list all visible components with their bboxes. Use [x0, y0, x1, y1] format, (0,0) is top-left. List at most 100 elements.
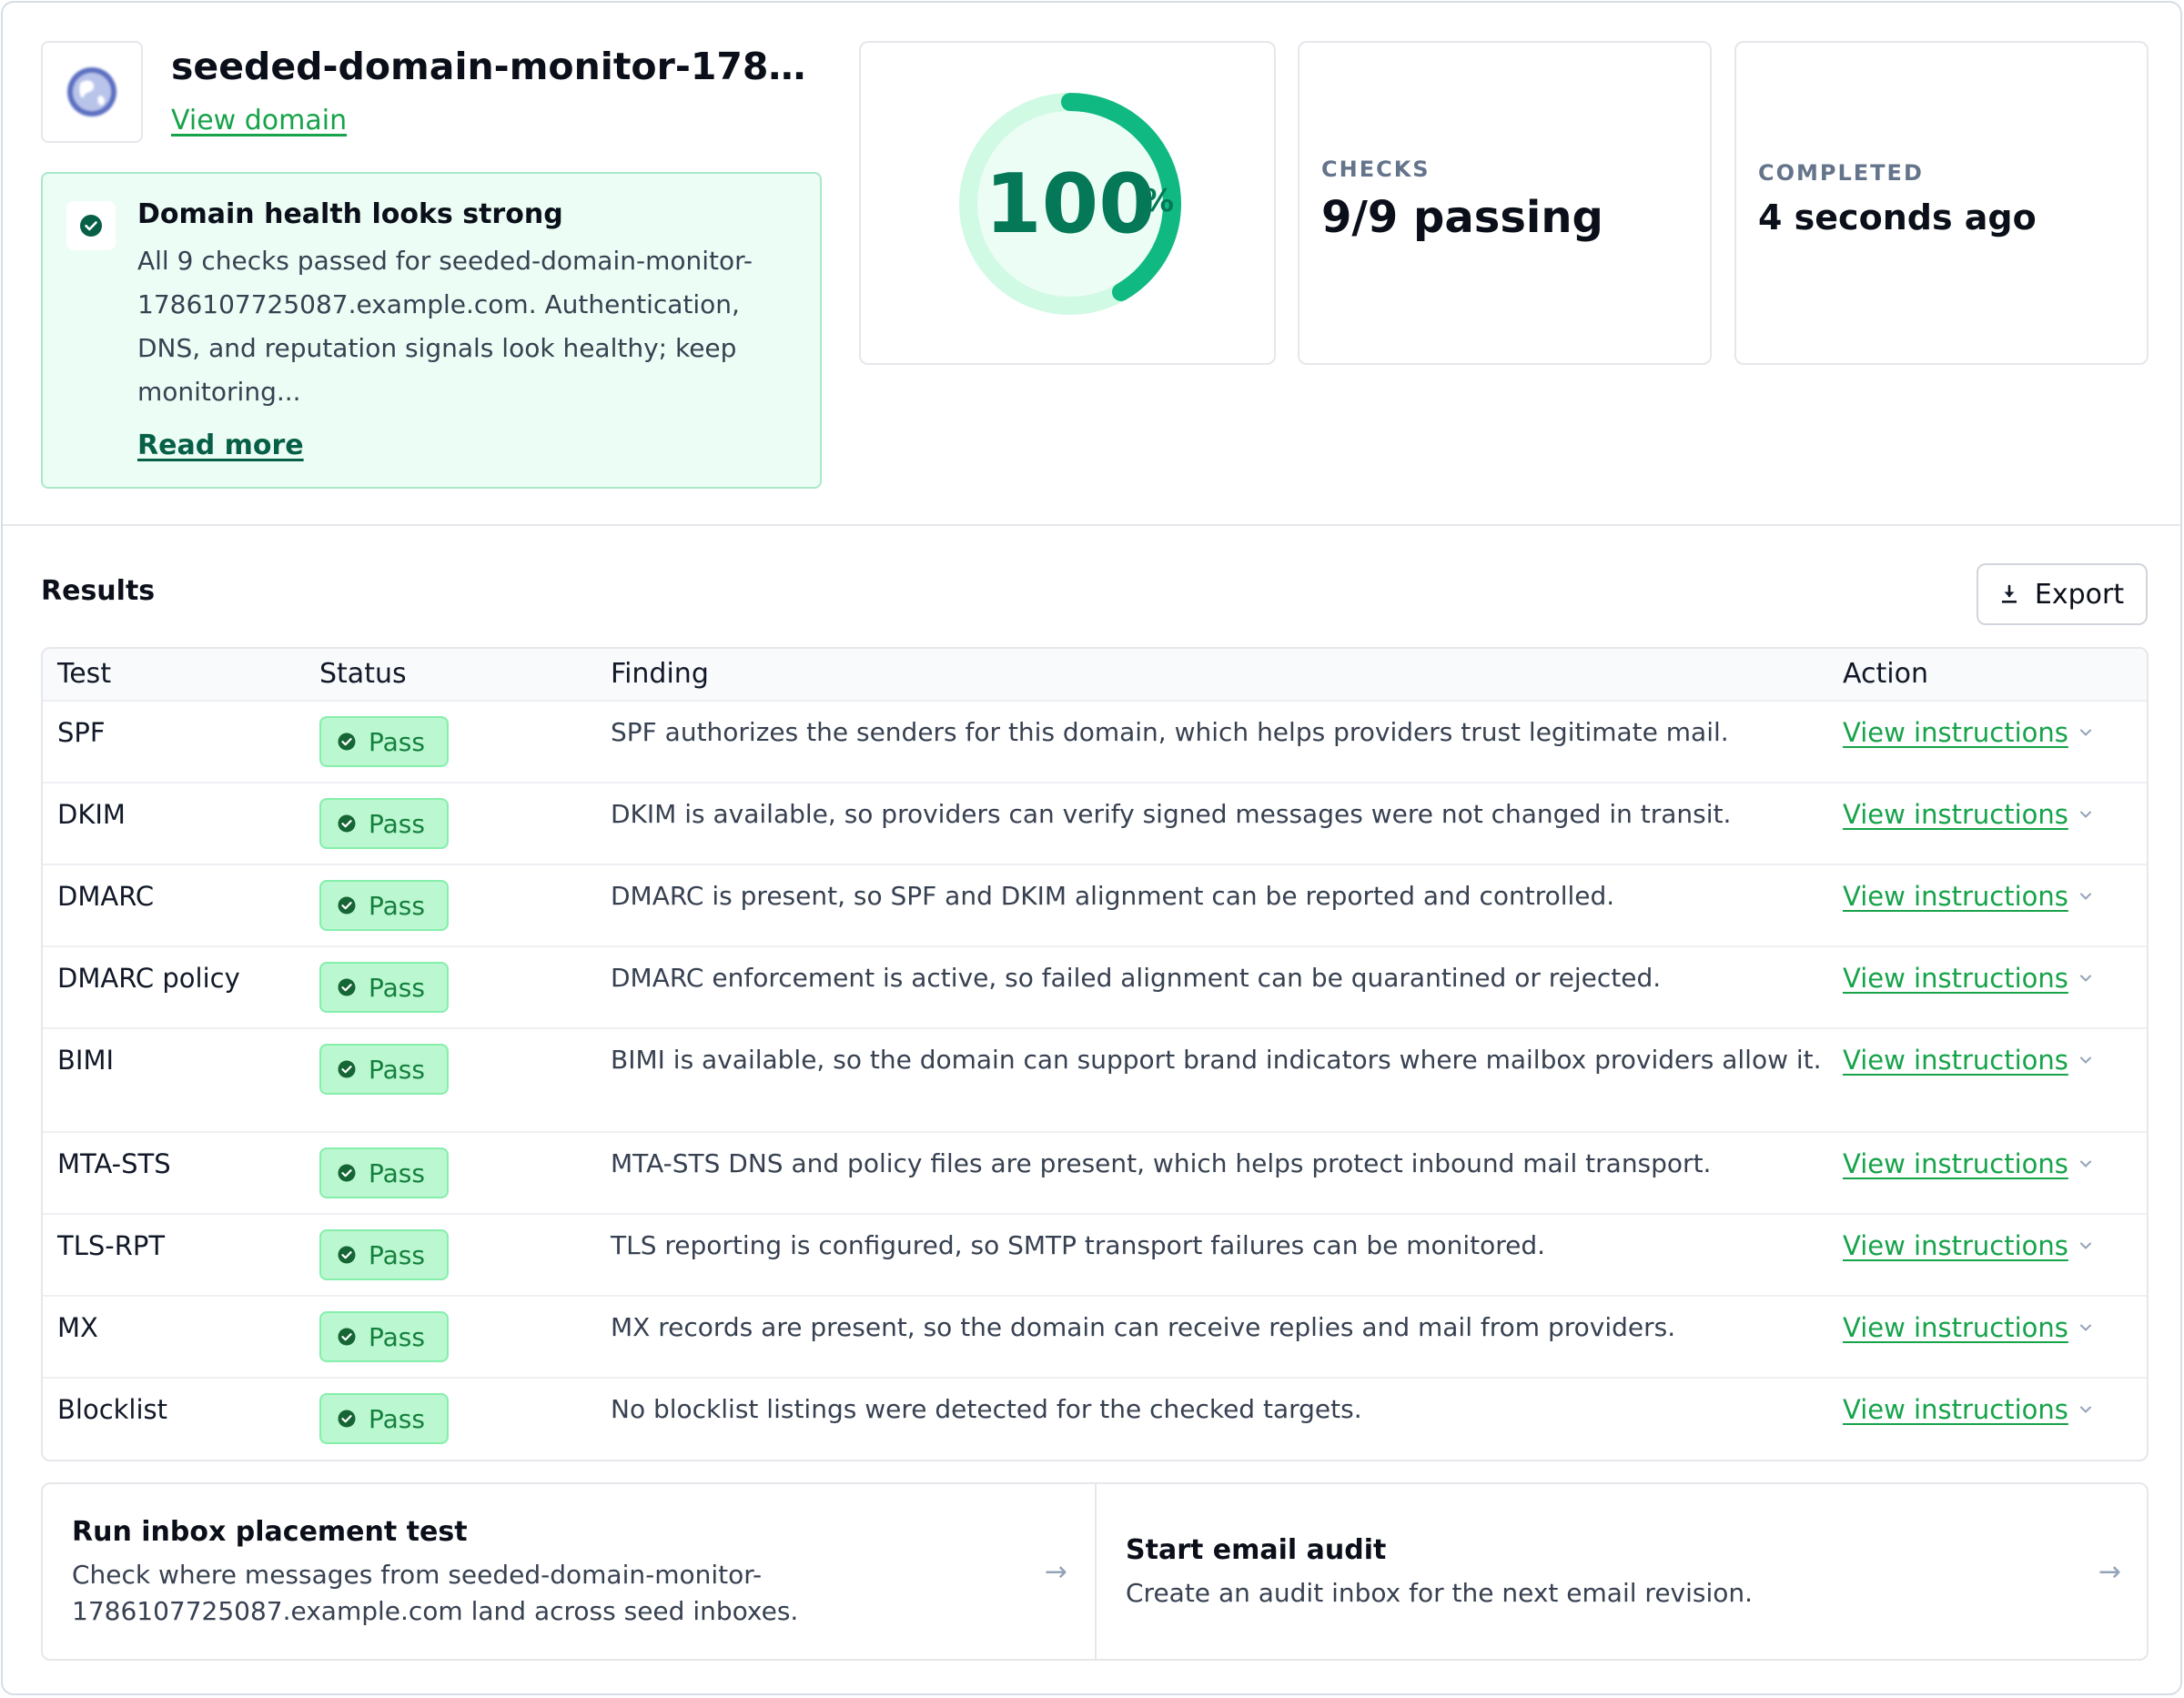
table-row: Blocklist Pass No blocklist listings were …: [43, 1379, 2147, 1459]
checks-label: CHECKS: [1321, 157, 1431, 182]
check-circle-icon: [338, 733, 356, 751]
view-instructions-link[interactable]: View instructions: [1843, 796, 2092, 833]
export-button[interactable]: Export: [1977, 563, 2148, 625]
test-name: Blocklist: [57, 1394, 168, 1425]
inbox-placement-card[interactable]: Run inbox placement test Check where mes…: [43, 1484, 1097, 1659]
view-instructions-link[interactable]: View instructions: [1843, 1042, 2092, 1078]
status-badge: Pass: [319, 716, 449, 767]
score-card: 100 %: [859, 41, 1276, 365]
table-row: TLS-RPT Pass TLS reporting is configured, …: [43, 1215, 2147, 1297]
arrow-right-icon: →: [2098, 1556, 2121, 1588]
domain-favicon: [41, 41, 143, 143]
finding-text: No blocklist listings were detected for …: [611, 1394, 1362, 1424]
section-divider: [3, 524, 2180, 526]
chevron-down-icon: [2079, 729, 2091, 736]
table-row: MX Pass MX records are present, so the dom…: [43, 1297, 2147, 1379]
download-icon: [2001, 584, 2017, 603]
status-badge: Pass: [319, 1229, 449, 1280]
test-name: DMARC: [57, 881, 155, 912]
completed-label: COMPLETED: [1758, 160, 1924, 186]
check-circle-icon: [338, 814, 356, 833]
table-row: SPF Pass SPF authorizes the senders for th…: [43, 702, 2147, 783]
arrow-right-icon: →: [1044, 1556, 1067, 1588]
score-unit: %: [1143, 183, 1175, 219]
table-row: DMARC policy Pass DMARC enforcement is act…: [43, 947, 2147, 1029]
view-instructions-link[interactable]: View instructions: [1843, 1146, 2092, 1182]
table-row: BIMI Pass BIMI is available, so the domain…: [43, 1029, 2147, 1133]
check-circle-icon: [338, 896, 356, 915]
view-instructions-link[interactable]: View instructions: [1843, 960, 2092, 996]
finding-text: DMARC is present, so SPF and DKIM alignm…: [611, 881, 1615, 911]
test-name: MTA-STS: [57, 1148, 171, 1179]
view-instructions-label: View instructions: [1843, 799, 2068, 830]
next-steps: Run inbox placement test Check where mes…: [41, 1482, 2149, 1661]
column-header-finding: Finding: [611, 658, 709, 690]
chevron-down-icon: [2079, 1056, 2091, 1064]
globe-icon: [67, 67, 116, 116]
score-value: 100: [985, 157, 1156, 252]
chevron-down-icon: [2079, 811, 2091, 818]
status-badge: Pass: [319, 1393, 449, 1444]
finding-text: DMARC enforcement is active, so failed a…: [611, 963, 1662, 993]
check-circle-icon: [66, 201, 116, 250]
view-instructions-label: View instructions: [1843, 881, 2068, 912]
check-circle-icon: [338, 978, 356, 996]
check-circle-icon: [338, 1328, 356, 1346]
completed-card: COMPLETED 4 seconds ago: [1734, 41, 2149, 365]
view-instructions-link[interactable]: View instructions: [1843, 1228, 2092, 1264]
status-label: Pass: [369, 972, 425, 1003]
email-audit-card[interactable]: Start email audit Create an audit inbox …: [1097, 1484, 2149, 1659]
view-instructions-label: View instructions: [1843, 1148, 2068, 1179]
chevron-down-icon: [2079, 1324, 2091, 1331]
test-name: TLS-RPT: [57, 1230, 166, 1261]
check-circle-icon: [338, 1164, 356, 1182]
view-instructions-label: View instructions: [1843, 1312, 2068, 1343]
status-badge: Pass: [319, 880, 449, 931]
view-instructions-link[interactable]: View instructions: [1843, 878, 2092, 915]
chevron-down-icon: [2079, 893, 2091, 900]
test-name: BIMI: [57, 1045, 115, 1076]
checks-value: 9/9 passing: [1321, 192, 1603, 243]
finding-text: MX records are present, so the domain ca…: [611, 1312, 1676, 1342]
view-instructions-link[interactable]: View instructions: [1843, 1309, 2092, 1346]
view-instructions-label: View instructions: [1843, 1230, 2068, 1261]
inbox-placement-title: Run inbox placement test: [72, 1516, 468, 1548]
view-domain-link[interactable]: View domain: [171, 103, 347, 139]
status-badge: Pass: [319, 962, 449, 1013]
domain-report-panel: seeded-domain-monitor-1786... View domai…: [1, 1, 2182, 1695]
status-badge: Pass: [319, 1147, 449, 1198]
results-table: Test Status Finding Action SPF Pass SPF au…: [41, 647, 2149, 1461]
check-circle-icon: [338, 1246, 356, 1264]
domain-name: seeded-domain-monitor-1786...: [171, 45, 826, 88]
status-label: Pass: [369, 726, 425, 757]
finding-text: MTA-STS DNS and policy files are present…: [611, 1148, 1712, 1178]
status-badge: Pass: [319, 798, 449, 849]
status-label: Pass: [369, 1403, 425, 1434]
read-more-link[interactable]: Read more: [137, 427, 304, 465]
checks-card: CHECKS 9/9 passing: [1298, 41, 1712, 365]
test-name: DKIM: [57, 799, 126, 830]
status-label: Pass: [369, 808, 425, 839]
status-badge: Pass: [319, 1044, 449, 1095]
check-circle-icon: [338, 1060, 356, 1078]
status-label: Pass: [369, 1157, 425, 1188]
chevron-down-icon: [2079, 975, 2091, 982]
status-label: Pass: [369, 1321, 425, 1352]
view-instructions-label: View instructions: [1843, 963, 2068, 994]
email-audit-desc: Create an audit inbox for the next email…: [1126, 1578, 1754, 1608]
test-name: DMARC policy: [57, 963, 240, 994]
table-row: DKIM Pass DKIM is available, so providers …: [43, 783, 2147, 865]
finding-text: BIMI is available, so the domain can sup…: [611, 1045, 1822, 1075]
table-row: DMARC Pass DMARC is present, so SPF and DK…: [43, 865, 2147, 947]
status-badge: Pass: [319, 1311, 449, 1362]
page: seeded-domain-monitor-1786... View domai…: [0, 0, 2184, 1698]
finding-text: SPF authorizes the senders for this doma…: [611, 717, 1729, 747]
chevron-down-icon: [2079, 1242, 2091, 1249]
view-instructions-link[interactable]: View instructions: [1843, 714, 2092, 751]
table-row: MTA-STS Pass MTA-STS DNS and policy files …: [43, 1133, 2147, 1215]
email-audit-title: Start email audit: [1126, 1534, 1387, 1566]
export-label: Export: [2034, 578, 2125, 611]
inbox-placement-desc: Check where messages from seeded-domain-…: [72, 1560, 799, 1626]
view-instructions-link[interactable]: View instructions: [1843, 1391, 2092, 1428]
finding-text: TLS reporting is configured, so SMTP tra…: [611, 1230, 1546, 1260]
